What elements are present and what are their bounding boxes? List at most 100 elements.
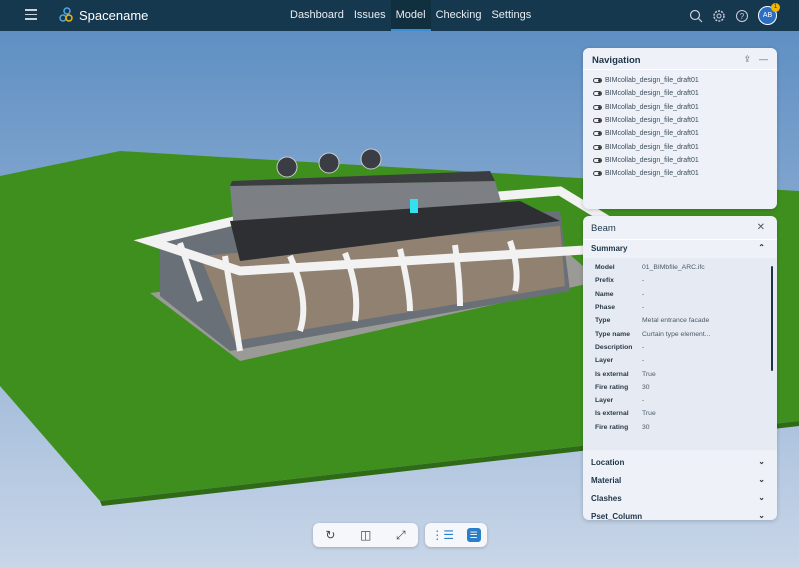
- model-item[interactable]: BIMcollab_design_file_draft01: [583, 87, 777, 100]
- property-key: Prefix: [595, 277, 614, 285]
- section-pset-column[interactable]: Pset_Column ⌄: [583, 508, 777, 526]
- property-row: Description -: [583, 341, 777, 354]
- logo-icon: [59, 7, 73, 22]
- property-value: -: [642, 277, 645, 285]
- chevron-down-icon: ⌄: [758, 457, 765, 466]
- property-key: Layer: [595, 357, 614, 365]
- properties-title: Beam: [591, 223, 616, 234]
- property-value: 30: [642, 423, 650, 431]
- panel-toolbar: ⋮☰ ☰: [425, 523, 487, 547]
- tab-dashboard[interactable]: Dashboard: [285, 0, 349, 31]
- property-value: -: [642, 343, 645, 351]
- avatar[interactable]: AB 1: [758, 3, 780, 25]
- section-clashes[interactable]: Clashes ⌄: [583, 490, 777, 508]
- logo[interactable]: Spacename: [58, 7, 148, 23]
- section-location[interactable]: Location ⌄: [583, 454, 777, 472]
- property-key: Type name: [595, 330, 631, 338]
- tab-issues[interactable]: Issues: [349, 0, 391, 31]
- notification-badge: 1: [771, 3, 780, 12]
- model-name: BIMcollab_design_file_draft01: [605, 156, 699, 164]
- property-value: Curtain type element...: [642, 330, 711, 338]
- chevron-up-icon: ⌃: [758, 243, 765, 252]
- help-icon[interactable]: ?: [735, 9, 749, 23]
- scrollbar[interactable]: [771, 266, 773, 371]
- properties-list-icon[interactable]: ☰: [466, 528, 481, 542]
- model-item[interactable]: BIMcollab_design_file_draft01: [583, 74, 777, 87]
- model-item[interactable]: BIMcollab_design_file_draft01: [583, 127, 777, 140]
- chevron-down-icon: ⌄: [758, 493, 765, 502]
- property-row: Layer -: [583, 354, 777, 367]
- toggle-icon[interactable]: [593, 131, 602, 137]
- toggle-icon[interactable]: [593, 144, 602, 150]
- avatar-initials: AB: [762, 12, 773, 19]
- model-name: BIMcollab_design_file_draft01: [605, 77, 699, 85]
- property-value: True: [642, 410, 656, 418]
- toggle-icon[interactable]: [593, 171, 602, 177]
- property-value: -: [642, 290, 645, 298]
- property-key: Layer: [595, 397, 614, 405]
- property-value: Metal entrance facade: [642, 317, 710, 325]
- property-row: Fire rating 30: [583, 381, 777, 394]
- chevron-down-icon: ⌄: [758, 475, 765, 484]
- property-value: True: [642, 370, 656, 378]
- property-key: Type: [595, 317, 611, 325]
- property-key: Description: [595, 343, 633, 351]
- model-name: BIMcollab_design_file_draft01: [605, 143, 699, 151]
- property-row: Model 01_BIMbfile_ARC.ifc: [583, 261, 777, 274]
- property-key: Phase: [595, 304, 616, 312]
- search-icon[interactable]: [689, 9, 703, 23]
- view-toolbar: ↻ ◫ ⤢: [313, 523, 418, 547]
- chevron-down-icon: ⌄: [758, 511, 765, 520]
- section-summary[interactable]: Summary ⌃: [583, 240, 777, 258]
- svg-text:?: ?: [740, 12, 745, 21]
- property-value: -: [642, 357, 645, 365]
- model-name: BIMcollab_design_file_draft01: [605, 170, 699, 178]
- toggle-icon[interactable]: [593, 157, 602, 163]
- model-item[interactable]: BIMcollab_design_file_draft01: [583, 114, 777, 127]
- property-row: Is external True: [583, 407, 777, 420]
- section-material[interactable]: Material ⌄: [583, 472, 777, 490]
- tab-checking[interactable]: Checking: [431, 0, 487, 31]
- toggle-icon[interactable]: [593, 118, 602, 124]
- properties-panel: Beam ✕ Summary ⌃ Model 01_BIMbfile_ARC.ifc …: [583, 216, 777, 521]
- section-label: Clashes: [591, 494, 622, 503]
- model-item[interactable]: BIMcollab_design_file_draft01: [583, 101, 777, 114]
- toggle-icon[interactable]: [593, 78, 602, 84]
- property-key: Name: [595, 290, 614, 298]
- gear-icon[interactable]: [712, 9, 726, 23]
- model-name: BIMcollab_design_file_draft01: [605, 117, 699, 125]
- model-item[interactable]: BIMcollab_design_file_draft01: [583, 154, 777, 167]
- property-row: Fire rating 30: [583, 421, 777, 434]
- properties-table: Model 01_BIMbfile_ARC.ifc Prefix - Name - P…: [583, 258, 777, 450]
- tab-model[interactable]: Model: [390, 0, 431, 31]
- property-row: Is external True: [583, 367, 777, 380]
- export-icon[interactable]: ⇪: [743, 54, 751, 65]
- property-value: 30: [642, 383, 650, 391]
- section-box-icon[interactable]: ◫: [360, 528, 371, 542]
- app-name: Spacename: [79, 7, 149, 23]
- property-row: Layer -: [583, 394, 777, 407]
- property-key: Model: [595, 264, 615, 272]
- property-key: Is external: [595, 370, 629, 378]
- toggle-icon[interactable]: [593, 91, 602, 97]
- reset-view-icon[interactable]: ↻: [325, 528, 335, 542]
- property-value: -: [642, 304, 645, 312]
- property-key: Fire rating: [595, 423, 629, 431]
- property-value: 01_BIMbfile_ARC.ifc: [642, 264, 705, 272]
- fit-view-icon[interactable]: ⤢: [396, 528, 406, 543]
- model-item[interactable]: BIMcollab_design_file_draft01: [583, 167, 777, 180]
- section-label: Location: [591, 458, 625, 467]
- tree-icon[interactable]: ⋮☰: [431, 528, 454, 542]
- toggle-icon[interactable]: [593, 104, 602, 110]
- close-icon[interactable]: ✕: [757, 222, 765, 233]
- section-label: Pset_Column: [591, 512, 643, 521]
- main-nav: Dashboard Issues Model Checking Settings: [285, 0, 536, 31]
- model-name: BIMcollab_design_file_draft01: [605, 90, 699, 98]
- navigation-panel: Navigation ⇪ — BIMcollab_design_file_draf…: [583, 48, 777, 209]
- menu-icon[interactable]: [25, 9, 37, 21]
- minimize-icon[interactable]: —: [759, 54, 768, 65]
- tab-settings[interactable]: Settings: [486, 0, 536, 31]
- model-name: BIMcollab_design_file_draft01: [605, 103, 699, 111]
- property-key: Is external: [595, 410, 629, 418]
- model-item[interactable]: BIMcollab_design_file_draft01: [583, 140, 777, 153]
